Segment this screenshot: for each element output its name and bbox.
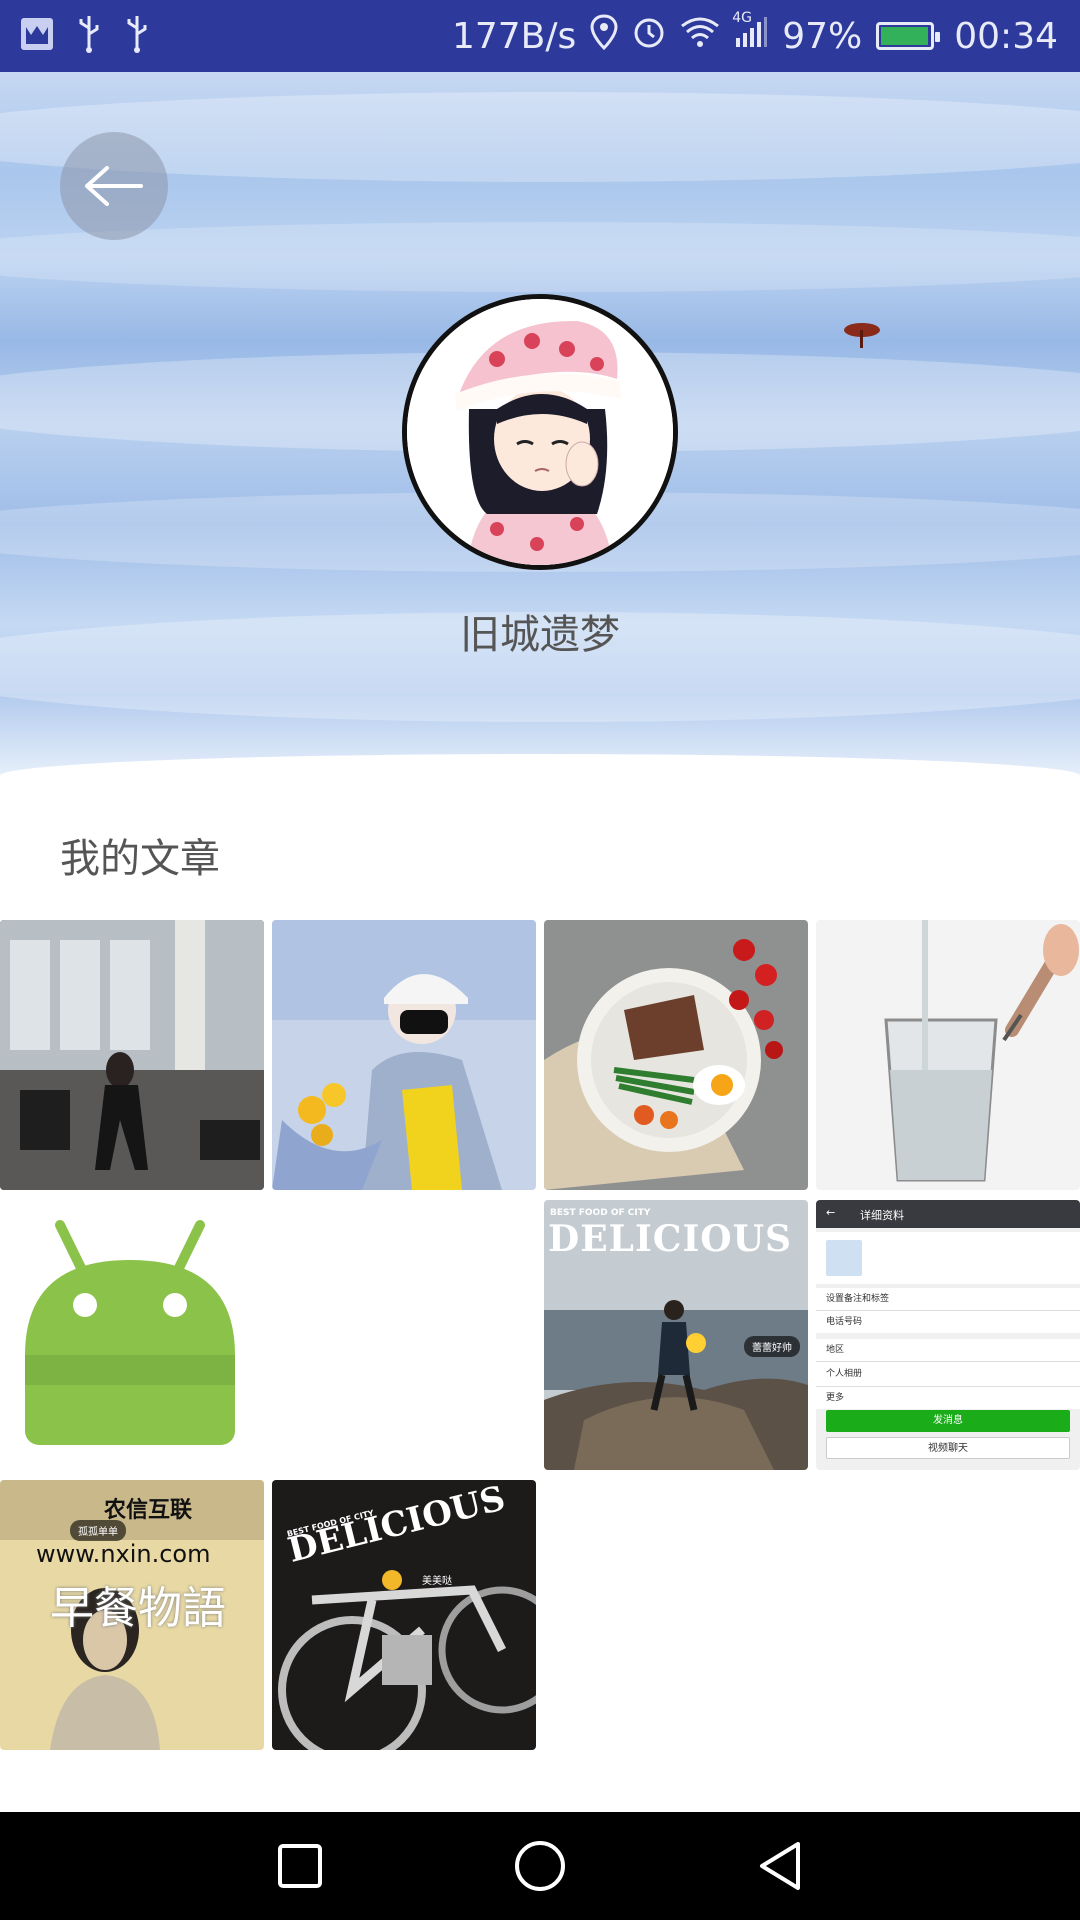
caption-text: 早餐物語 [50,1583,226,1634]
arrow-left-icon [85,166,143,206]
snow-band [0,222,1080,292]
mini-row: 更多 [816,1387,1080,1409]
overlay-big-text: DELICIOUS [548,1218,793,1260]
tree-decoration [844,323,880,348]
article-thumbnail-profile-screenshot[interactable]: ← 详细资料 设置备注和标签 电话号码 地区 个人相册 更多 发消息 视频聊天 [816,1200,1080,1470]
article-thumbnail-gym[interactable] [0,920,264,1190]
android-placeholder [25,1220,235,1445]
usb-icon [124,14,150,58]
article-thumbnail-android[interactable] [0,1200,264,1470]
mini-video-button: 视频聊天 [826,1437,1070,1459]
mini-back-icon: ← [826,1206,836,1219]
clock: 00:34 [954,15,1058,57]
section-title-my-articles: 我的文章 [60,836,220,882]
article-thumbnail-flowers[interactable] [272,920,536,1190]
recents-square-icon [278,1844,322,1888]
gym-photo [0,920,264,1190]
wifi-icon [680,16,720,57]
battery-icon [876,22,941,50]
mini-row: 个人相册 [816,1362,1080,1387]
person-with-flowers-photo [272,920,536,1190]
usb-icon [76,14,102,58]
mini-row: 地区 [816,1339,1080,1362]
status-right-icons: 177B/s 4G 97% 00:34 [452,10,1058,62]
mini-row: 电话号码 [816,1311,1080,1333]
food-plate-photo [544,920,808,1190]
water-glass-photo [816,920,1080,1190]
battery-fill [881,27,928,45]
mini-send-button: 发消息 [826,1410,1070,1432]
article-thumbnail-food[interactable] [544,920,808,1190]
header-wave [0,754,1080,780]
home-circle-icon [515,1841,565,1891]
back-triangle-icon [760,1842,800,1890]
photo-tag: 美美哒 [422,1576,452,1587]
article-thumbnail-water[interactable] [816,920,1080,1190]
mini-row: 设置备注和标签 [816,1288,1080,1311]
url-text: www.nxin.com [36,1540,211,1568]
photo-tag: 孤孤单单 [70,1520,126,1541]
recents-button[interactable] [270,1836,330,1896]
back-nav-button[interactable] [750,1836,810,1896]
back-button[interactable] [60,132,168,240]
mini-toolbar-title: 详细资料 [860,1209,904,1222]
status-bar: 177B/s 4G 97% 00:34 [0,0,1080,72]
signal-icon: 4G [732,10,768,57]
avatar-illustration [407,299,673,565]
status-left-icons [20,14,150,58]
navigation-bar [0,1812,1080,1920]
app-notification-icon [20,17,54,55]
location-icon [590,13,618,59]
article-thumbnail-delicious-bike[interactable]: BEST FOOD OF CITY DELICIOUS 美美哒 [272,1480,536,1750]
network-type: 4G [732,9,752,26]
article-thumbnail-delicious-seaside[interactable]: BEST FOOD OF CITY DELICIOUS 蕾蕾好帅 [544,1200,808,1470]
net-speed: 177B/s [451,15,577,57]
article-thumbnail-breakfast[interactable]: 农信互联 孤孤单单 www.nxin.com 早餐物語 [0,1480,264,1750]
profile-header: 旧城遗梦 [0,72,1080,780]
mini-toolbar: ← 详细资料 [816,1200,1080,1228]
home-button[interactable] [510,1836,570,1896]
overlay-small-text: BEST FOOD OF CITY [550,1208,651,1218]
photo-tag: 蕾蕾好帅 [744,1336,800,1357]
mini-rows: 设置备注和标签 电话号码 地区 个人相册 更多 [816,1288,1080,1409]
username: 旧城遗梦 [460,612,620,658]
mini-profile-card [816,1232,1080,1284]
alarm-icon [632,15,666,58]
battery-percent: 97% [782,15,863,57]
avatar[interactable] [402,294,678,570]
mini-avatar [826,1240,862,1276]
